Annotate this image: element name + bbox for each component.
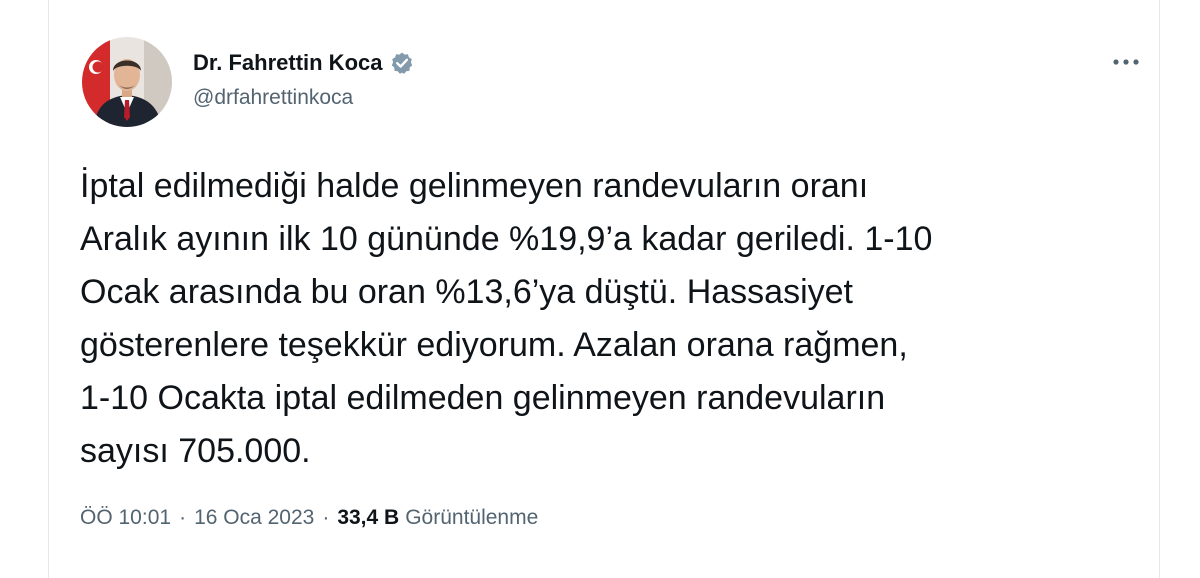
- author-name-row: Dr. Fahrettin Koca: [193, 48, 414, 78]
- avatar-image: [82, 37, 172, 127]
- tweet-page: Dr. Fahrettin Koca @drfahrettinkoca İpta…: [0, 0, 1200, 578]
- more-options-button[interactable]: [1108, 48, 1144, 76]
- tweet-meta: ÖÖ 10:01 · 16 Oca 2023 · 33,4 B Görüntül…: [80, 506, 538, 530]
- views-label: Görüntülenme: [405, 506, 539, 529]
- views-count: 33,4 B: [337, 506, 400, 529]
- tweet-time[interactable]: ÖÖ 10:01: [80, 506, 171, 530]
- author-display-name[interactable]: Dr. Fahrettin Koca: [193, 50, 382, 76]
- tweet-date[interactable]: 16 Oca 2023: [194, 506, 314, 530]
- verified-badge-icon: [390, 51, 414, 75]
- more-dots-icon: [1113, 59, 1139, 65]
- author-handle[interactable]: @drfahrettinkoca: [193, 86, 353, 110]
- avatar[interactable]: [82, 37, 172, 127]
- meta-separator: ·: [322, 506, 330, 529]
- tweet-text: İptal edilmediği halde gelinmeyen randev…: [80, 167, 933, 470]
- meta-separator: ·: [179, 506, 187, 529]
